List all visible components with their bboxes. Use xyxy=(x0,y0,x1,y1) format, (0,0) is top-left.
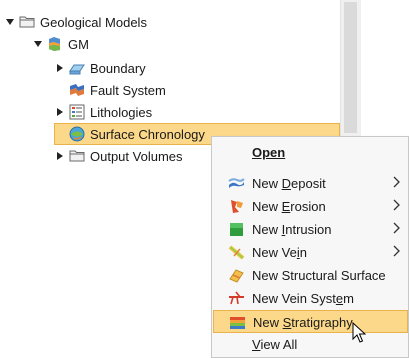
menu-item-new-deposit[interactable]: New Deposit xyxy=(213,172,408,195)
structural-surface-icon xyxy=(228,267,245,284)
tree-node-lithologies[interactable]: Lithologies xyxy=(54,101,152,123)
submenu-arrow-icon xyxy=(392,221,402,238)
boundary-icon xyxy=(69,60,85,76)
tree-node-fault-system[interactable]: Fault System xyxy=(69,79,166,101)
tree-node-output-volumes[interactable]: Output Volumes xyxy=(54,145,183,167)
intrusion-icon xyxy=(228,221,245,238)
submenu-arrow-icon xyxy=(392,175,402,192)
scrollbar-thumb[interactable] xyxy=(344,2,357,133)
vein-icon xyxy=(228,244,245,261)
menu-item-new-intrusion[interactable]: New Intrusion xyxy=(213,218,408,241)
expanded-arrow-icon[interactable] xyxy=(32,38,44,50)
surface-chronology-icon xyxy=(69,126,85,142)
folder-icon xyxy=(19,14,35,30)
menu-item-view-all[interactable]: View All xyxy=(213,333,408,356)
context-menu: Open New Deposit New Erosion New Intrusi… xyxy=(211,136,409,358)
erosion-icon xyxy=(228,198,245,215)
vein-system-icon xyxy=(228,290,245,307)
submenu-arrow-icon xyxy=(392,198,402,215)
geological-model-icon xyxy=(47,36,63,52)
fault-system-icon xyxy=(69,82,85,98)
submenu-arrow-icon xyxy=(392,244,402,261)
tree-label: Output Volumes xyxy=(90,148,183,164)
folder-icon xyxy=(69,148,85,164)
expanded-arrow-icon[interactable] xyxy=(4,16,16,28)
tree-label: Geological Models xyxy=(40,14,147,30)
menu-item-new-stratigraphy[interactable]: New Stratigraphy xyxy=(213,310,408,333)
mouse-pointer-icon xyxy=(352,321,367,347)
tree-label: GM xyxy=(68,36,89,52)
tree-label: Fault System xyxy=(90,82,166,98)
menu-item-new-structural-surface[interactable]: New Structural Surface xyxy=(213,264,408,287)
menu-item-new-vein[interactable]: New Vein xyxy=(213,241,408,264)
collapsed-arrow-icon[interactable] xyxy=(54,62,66,74)
lithologies-list-icon xyxy=(69,104,85,120)
menu-item-open[interactable]: Open xyxy=(213,141,408,164)
tree-node-geological-models[interactable]: Geological Models xyxy=(4,11,147,33)
collapsed-arrow-icon[interactable] xyxy=(54,106,66,118)
tree-label: Boundary xyxy=(90,60,146,76)
tree-node-boundary[interactable]: Boundary xyxy=(54,57,146,79)
menu-item-new-vein-system[interactable]: New Vein System xyxy=(213,287,408,310)
collapsed-arrow-icon[interactable] xyxy=(54,150,66,162)
tree-node-gm[interactable]: GM xyxy=(32,33,89,55)
menu-item-new-erosion[interactable]: New Erosion xyxy=(213,195,408,218)
tree-label: Lithologies xyxy=(90,104,153,120)
stratigraphy-icon xyxy=(229,314,246,331)
deposit-icon xyxy=(228,175,245,192)
tree-label: Surface Chronology xyxy=(90,126,205,142)
